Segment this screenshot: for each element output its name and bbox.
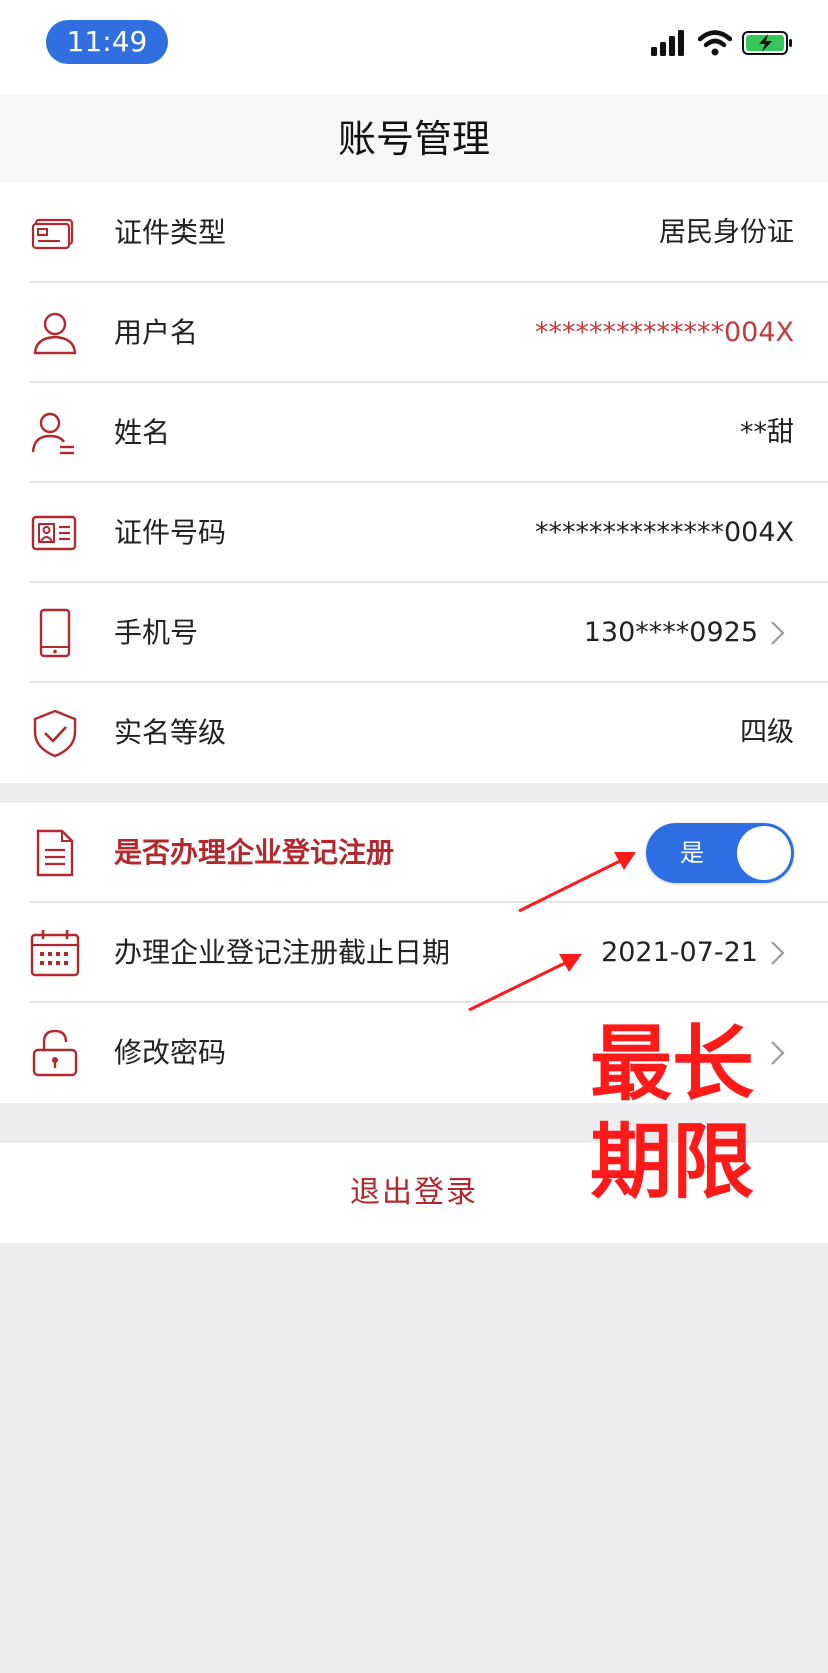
- toggle-knob: [737, 826, 791, 880]
- calendar-icon: [30, 928, 80, 978]
- battery-charging-icon: [742, 31, 792, 55]
- row-verification-level: 实名等级 四级: [0, 683, 828, 783]
- row-value: **************004X: [534, 317, 794, 348]
- row-id-number: 证件号码 **************004X: [0, 483, 828, 583]
- row-label: 姓名: [114, 416, 171, 449]
- lock-icon: [30, 1028, 80, 1078]
- row-label: 实名等级: [114, 716, 227, 749]
- toggle-label: 是: [680, 839, 704, 867]
- row-id-type: 证件类型 居民身份证: [0, 183, 828, 283]
- registration-toggle[interactable]: 是: [646, 823, 794, 883]
- row-label: 证件类型: [114, 216, 227, 249]
- row-registration-deadline[interactable]: 办理企业登记注册截止日期 2021-07-21: [0, 903, 828, 1003]
- row-label: 证件号码: [114, 516, 227, 549]
- status-bar: 11:49: [0, 0, 828, 95]
- page-title: 账号管理: [337, 117, 490, 161]
- row-phone[interactable]: 手机号 130****0925: [0, 583, 828, 683]
- row-value: **甜: [740, 417, 794, 448]
- row-value: **************004X: [534, 517, 794, 548]
- phone-icon: [30, 608, 80, 658]
- cellular-signal-icon: [651, 30, 684, 56]
- logout-label: 退出登录: [350, 1175, 478, 1210]
- row-label: 手机号: [114, 616, 199, 649]
- shield-check-icon: [30, 708, 80, 758]
- row-label: 修改密码: [114, 1036, 227, 1069]
- document-icon: [30, 828, 80, 878]
- id-badge-icon: [30, 508, 80, 558]
- status-icons: [650, 30, 794, 56]
- row-label: 办理企业登记注册截止日期: [114, 936, 451, 969]
- row-name: 姓名 **甜: [0, 383, 828, 483]
- row-value: 130****0925: [583, 617, 758, 648]
- row-enterprise-registration: 是否办理企业登记注册 是: [0, 803, 828, 903]
- chevron-right-icon: [771, 621, 785, 645]
- wifi-icon: [698, 30, 732, 56]
- row-label: 用户名: [114, 316, 199, 349]
- account-info-group: 证件类型 居民身份证 用户名 **************004X 姓名 **甜: [0, 183, 828, 783]
- annotation-text: 最长期限: [590, 1017, 755, 1210]
- status-time: 11:49: [46, 20, 168, 64]
- row-value: 四级: [740, 717, 794, 748]
- row-label: 是否办理企业登记注册: [114, 836, 395, 869]
- row-value: 居民身份证: [659, 217, 794, 248]
- id-card-icon: [30, 208, 80, 258]
- user-profile-icon: [30, 408, 80, 458]
- user-icon: [30, 308, 80, 358]
- nav-bar: 账号管理: [0, 95, 828, 183]
- row-username: 用户名 **************004X: [0, 283, 828, 383]
- chevron-right-icon: [771, 941, 785, 965]
- deadline-value: 2021-07-21: [601, 937, 758, 968]
